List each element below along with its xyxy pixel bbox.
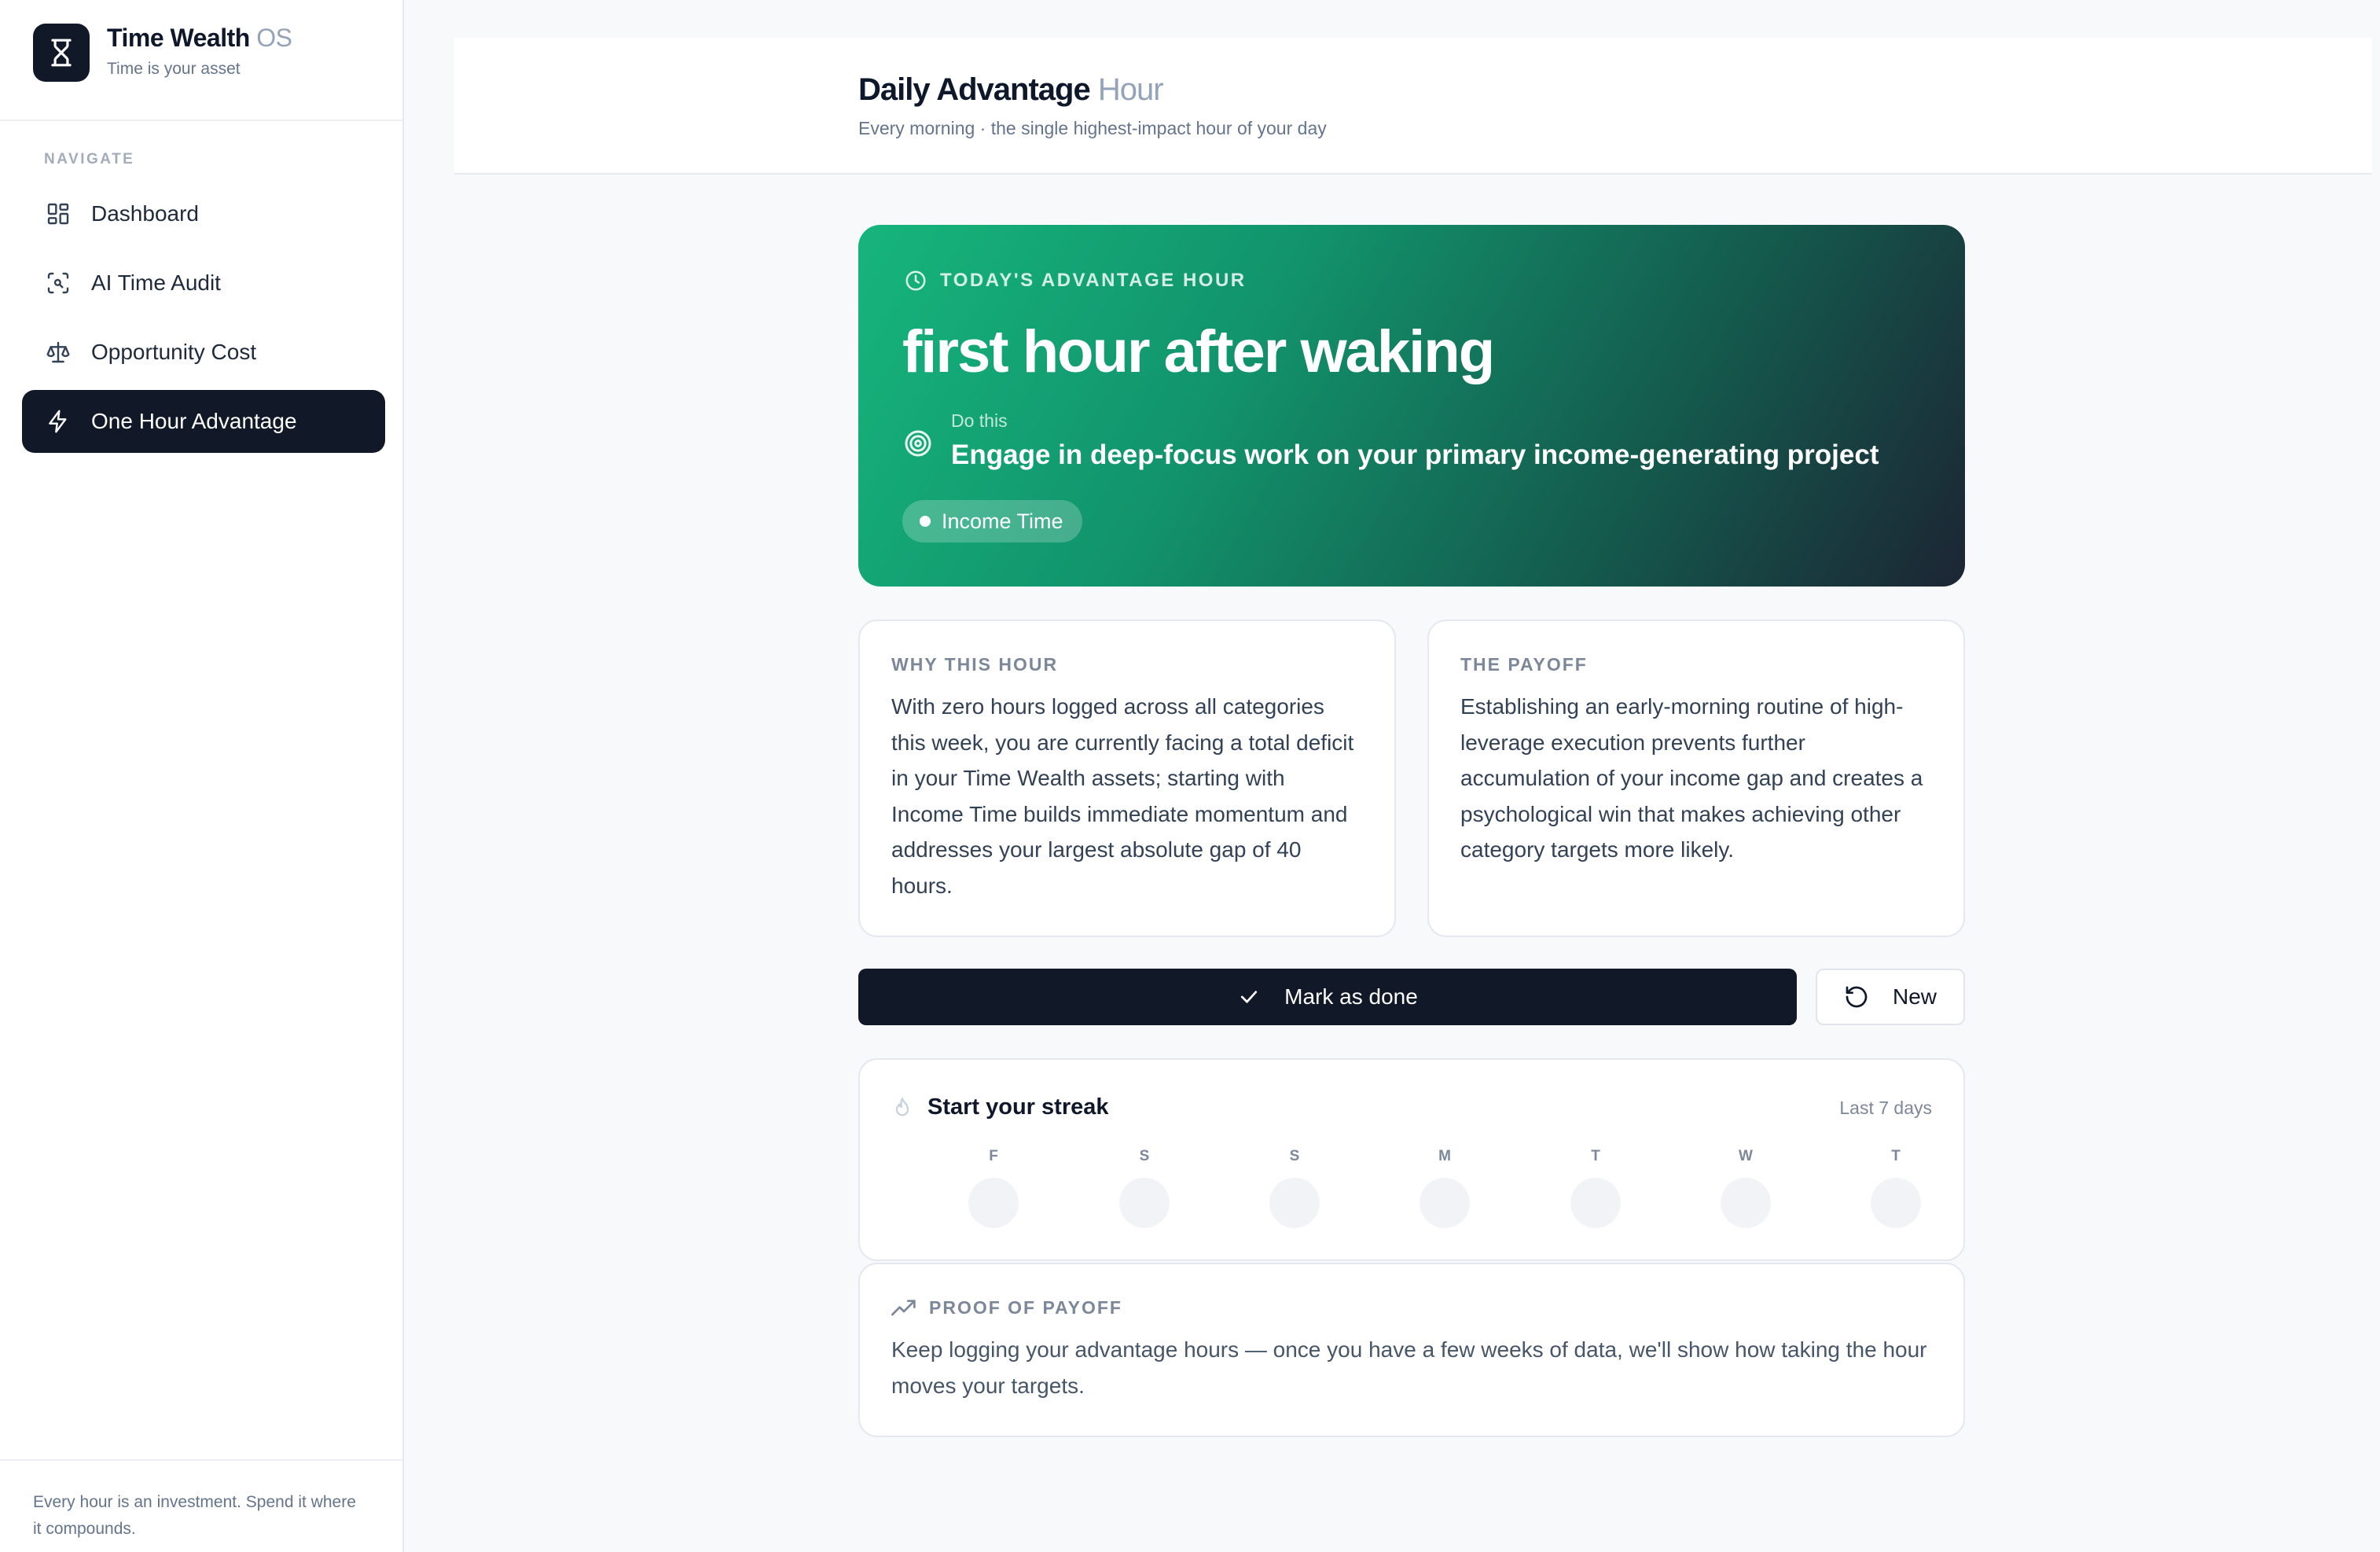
clock-icon [904, 269, 927, 292]
target-icon [902, 428, 934, 459]
streak-day-label: F [989, 1148, 998, 1164]
sidebar-item-label: Dashboard [91, 201, 199, 226]
grid-icon [44, 200, 72, 228]
hero-do-label: Do this [951, 410, 1008, 431]
streak-day: S [1113, 1148, 1176, 1228]
streak-day-circle [1420, 1178, 1470, 1228]
streak-day-label: S [1289, 1148, 1300, 1164]
page-title: Daily Advantage Hour [858, 72, 1164, 108]
why-kicker: WHY THIS HOUR [891, 654, 1059, 675]
proof-kicker: PROOF OF PAYOFF [891, 1297, 1122, 1318]
why-this-hour-card: WHY THIS HOUR With zero hours logged acr… [858, 620, 1396, 937]
streak-day-label: S [1139, 1148, 1150, 1164]
hourglass-icon[interactable] [33, 24, 90, 82]
page-title-main: Daily Advantage [858, 72, 1091, 107]
payoff-body: Establishing an early-morning routine of… [1460, 694, 1923, 862]
hero-kicker: TODAY'S ADVANTAGE HOUR [904, 269, 1247, 292]
streak-day: F [962, 1148, 1025, 1228]
trending-up-icon [891, 1299, 916, 1318]
sidebar: Time Wealth OS Time is your asset NAVIGA… [0, 0, 404, 1552]
flame-icon [891, 1096, 913, 1120]
streak-card: Start your streak Last 7 days F S S M T … [858, 1058, 1965, 1261]
page-subtitle: Every morning · the single highest-impac… [858, 118, 1327, 138]
sidebar-item-label: One Hour Advantage [91, 409, 297, 433]
check-icon [1237, 985, 1261, 1009]
brand-suffix: OS [256, 24, 292, 52]
refresh-icon [1844, 984, 1869, 1010]
category-badge: Income Time [902, 500, 1082, 542]
nav-section-label: NAVIGATE [44, 151, 135, 167]
category-dot-icon [920, 516, 931, 527]
sidebar-item-one-hour-advantage[interactable]: One Hour Advantage [22, 390, 385, 453]
payoff-kicker: THE PAYOFF [1460, 654, 1588, 675]
sidebar-footer: Every hour is an investment. Spend it wh… [0, 1459, 402, 1552]
streak-day: S [1263, 1148, 1326, 1228]
page-title-suffix: Hour [1097, 72, 1164, 107]
sidebar-item-label: Opportunity Cost [91, 340, 257, 364]
streak-day-circle [1721, 1178, 1771, 1228]
brand-name: Time Wealth [107, 24, 250, 52]
lightning-icon [44, 407, 72, 436]
new-button[interactable]: New [1816, 969, 1965, 1025]
streak-day-circle [968, 1178, 1019, 1228]
streak-range: Last 7 days [1839, 1098, 1932, 1118]
mark-as-done-label: Mark as done [1284, 984, 1418, 1009]
hero-do-text: Engage in deep-focus work on your primar… [951, 439, 1879, 470]
streak-day: T [1564, 1148, 1627, 1228]
sidebar-item-dashboard[interactable]: Dashboard [22, 182, 385, 245]
page-header: Daily Advantage Hour Every morning · the… [454, 38, 2372, 175]
streak-day: T [1864, 1148, 1927, 1228]
hero-kicker-label: TODAY'S ADVANTAGE HOUR [940, 270, 1247, 291]
streak-day: M [1413, 1148, 1476, 1228]
sidebar-item-label: AI Time Audit [91, 270, 221, 295]
sidebar-footer-text: Every hour is an investment. Spend it wh… [33, 1493, 356, 1538]
proof-kicker-label: PROOF OF PAYOFF [929, 1297, 1122, 1318]
sidebar-item-opportunity-cost[interactable]: Opportunity Cost [22, 321, 385, 384]
advantage-hour-card: TODAY'S ADVANTAGE HOUR first hour after … [858, 225, 1965, 587]
streak-day-circle [1119, 1178, 1170, 1228]
streak-day-label: W [1739, 1148, 1753, 1164]
streak-day-label: M [1438, 1148, 1451, 1164]
streak-day: W [1714, 1148, 1777, 1228]
mark-as-done-button[interactable]: Mark as done [858, 969, 1797, 1025]
proof-of-payoff-card: PROOF OF PAYOFF Keep logging your advant… [858, 1263, 1965, 1437]
streak-day-circle [1871, 1178, 1921, 1228]
streak-day-circle [1269, 1178, 1320, 1228]
category-label: Income Time [942, 509, 1063, 533]
sidebar-item-ai-time-audit[interactable]: AI Time Audit [22, 252, 385, 314]
payoff-card: THE PAYOFF Establishing an early-morning… [1427, 620, 1965, 937]
brand-header: Time Wealth OS Time is your asset [0, 0, 402, 121]
hero-title: first hour after waking [902, 318, 1495, 385]
scan-icon [44, 269, 72, 297]
streak-title: Start your streak [891, 1094, 1109, 1120]
scale-icon [44, 338, 72, 366]
hero-action: Do this Engage in deep-focus work on you… [902, 410, 1879, 471]
proof-body: Keep logging your advantage hours — once… [891, 1337, 1927, 1398]
new-label: New [1892, 984, 1937, 1009]
brand-tagline: Time is your asset [107, 60, 241, 78]
streak-day-label: T [1591, 1148, 1600, 1164]
why-body: With zero hours logged across all catego… [891, 694, 1354, 898]
streak-title-label: Start your streak [927, 1094, 1109, 1120]
streak-day-circle [1570, 1178, 1621, 1228]
brand-title: Time Wealth OS [107, 24, 292, 53]
streak-day-label: T [1891, 1148, 1901, 1164]
